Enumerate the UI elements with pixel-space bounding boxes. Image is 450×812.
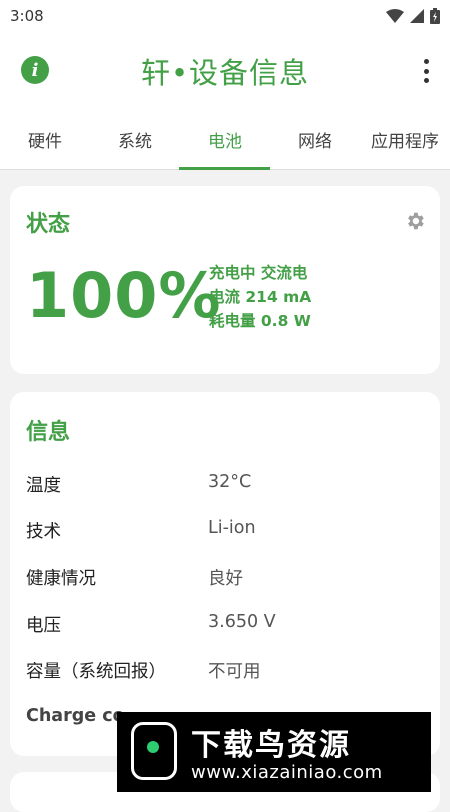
status-card-title: 状态 <box>26 212 71 237</box>
tab-bar: 硬件 系统 电池 网络 应用程序 <box>0 110 450 170</box>
status-bar: 3:08 <box>0 0 450 32</box>
info-card-title: 信息 <box>26 420 71 445</box>
gear-icon[interactable] <box>404 210 426 232</box>
tab-battery[interactable]: 电池 <box>180 110 270 169</box>
info-row-label: 电压 <box>26 616 61 636</box>
info-row-capacity: 容量（系统回报） 不可用 <box>26 658 426 688</box>
info-row-voltage: 电压 3.650 V <box>26 612 426 642</box>
watermark-logo <box>131 722 177 780</box>
wifi-icon <box>386 9 404 23</box>
battery-percentage: 100% <box>26 259 222 332</box>
app-title: 轩•设备信息 <box>140 56 310 90</box>
info-row-health: 健康情况 良好 <box>26 565 426 595</box>
info-row-label: 健康情况 <box>26 569 96 589</box>
battery-status-lines: 充电中 交流电 电流 214 mA 耗电量 0.8 W <box>209 261 311 333</box>
tab-hardware[interactable]: 硬件 <box>0 110 90 169</box>
watermark-banner: 下载鸟资源 www.xiazainiao.com <box>117 712 431 792</box>
app-bar: i 轩•设备信息 <box>0 32 450 110</box>
watermark-url: www.xiazainiao.com <box>191 762 383 783</box>
tab-network[interactable]: 网络 <box>270 110 360 169</box>
info-row-label: Charge co <box>26 706 125 726</box>
tab-system[interactable]: 系统 <box>90 110 180 169</box>
info-row-value: 良好 <box>208 569 243 589</box>
info-card: 信息 温度 32°C 技术 Li-ion 健康情况 良好 电压 3.650 V … <box>10 392 440 756</box>
info-row-technology: 技术 Li-ion <box>26 518 426 548</box>
info-row-label: 容量（系统回报） <box>26 662 166 682</box>
watermark-title: 下载鸟资源 <box>191 728 351 763</box>
more-options-icon[interactable] <box>420 56 432 86</box>
info-row-label: 技术 <box>26 522 61 542</box>
status-icons <box>386 8 440 24</box>
status-card: 状态 100% 充电中 交流电 电流 214 mA 耗电量 0.8 W <box>10 186 440 374</box>
info-row-value: 32°C <box>208 472 252 492</box>
active-tab-indicator <box>179 167 270 170</box>
status-time: 3:08 <box>10 7 44 25</box>
power-consumption: 耗电量 0.8 W <box>209 312 311 330</box>
info-row-temperature: 温度 32°C <box>26 472 426 502</box>
charging-status: 充电中 交流电 <box>209 264 308 282</box>
info-row-label: 温度 <box>26 476 61 496</box>
info-row-value: 不可用 <box>208 662 261 682</box>
info-row-value: 3.650 V <box>208 612 276 632</box>
battery-charging-icon <box>430 8 440 24</box>
tab-apps[interactable]: 应用程序 <box>360 110 450 169</box>
current-readout: 电流 214 mA <box>209 288 312 306</box>
info-row-value: Li-ion <box>208 518 256 538</box>
cell-signal-icon <box>410 9 424 23</box>
